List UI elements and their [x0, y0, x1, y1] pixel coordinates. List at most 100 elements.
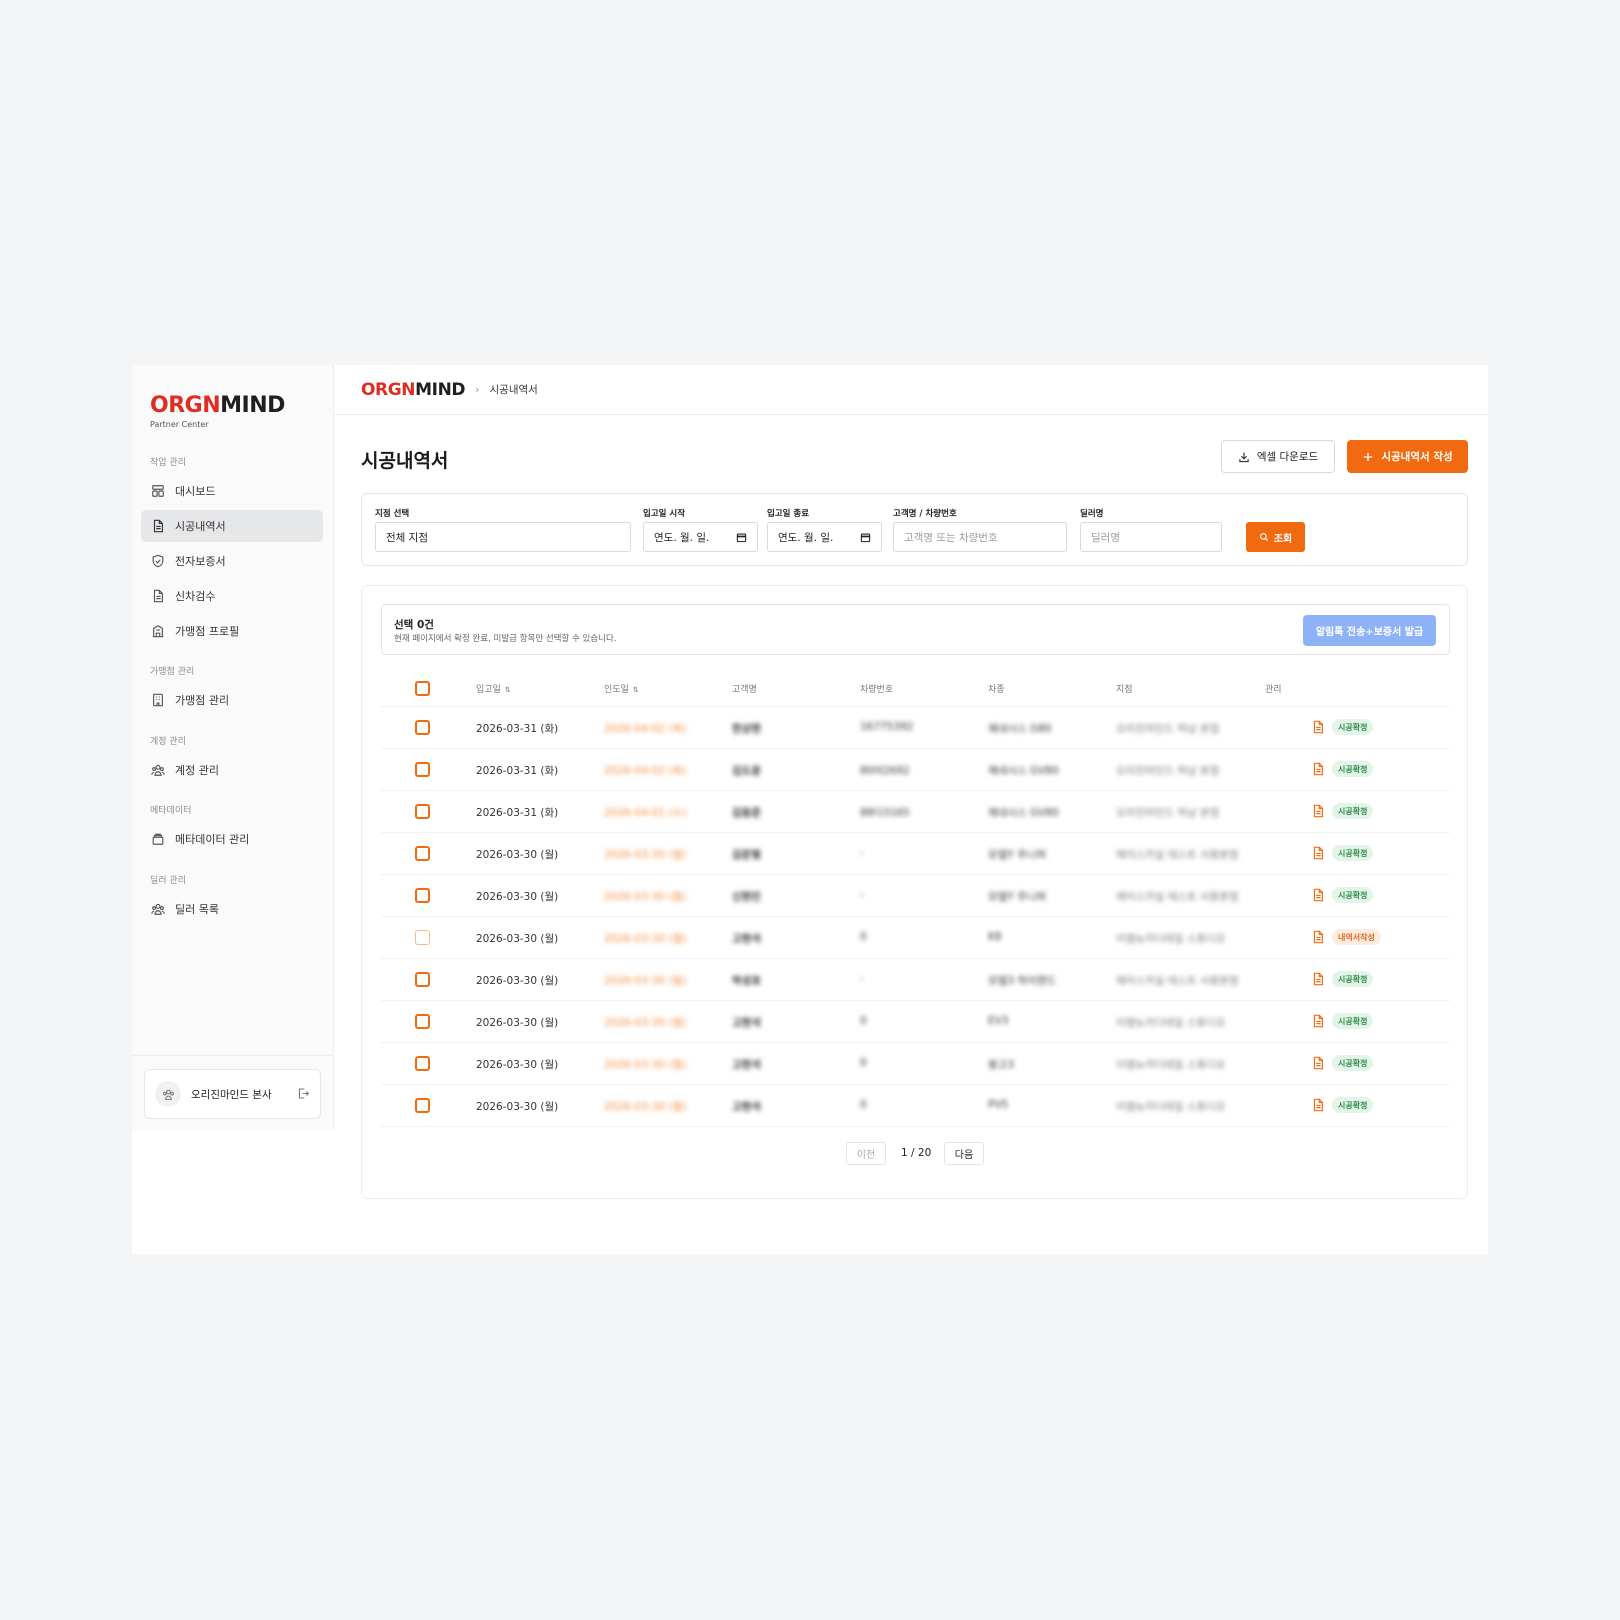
- sidebar-logo[interactable]: ORGNMIND Partner Center: [150, 393, 285, 429]
- sidebar-item-dashboard[interactable]: 대시보드: [141, 475, 323, 507]
- calendar-icon[interactable]: [860, 532, 871, 543]
- document-icon[interactable]: [1311, 930, 1325, 944]
- row-checkbox[interactable]: [415, 804, 430, 819]
- cell-car-no: 88다3165: [860, 807, 910, 819]
- row-checkbox[interactable]: [415, 1098, 430, 1113]
- user-account-box[interactable]: 오리진마인드 본사: [144, 1069, 321, 1119]
- sidebar-item-label: 시공내역서: [175, 520, 226, 533]
- search-icon: [1259, 533, 1268, 542]
- logo-part-orgn: ORGN: [361, 379, 416, 400]
- sidebar-item-e-warranty[interactable]: 전자보증서: [141, 545, 323, 577]
- table-row[interactable]: 2026-03-31 (화) 2026-04-02 (목) 김도윤 80머2692 제네…: [381, 749, 1450, 791]
- cell-car-model: 봉고3: [988, 1059, 1015, 1071]
- cell-date-out: 2026-04-02 (목): [604, 765, 687, 777]
- cell-date-out: 2026-03-30 (월): [604, 975, 687, 987]
- sidebar-divider: [132, 1055, 334, 1056]
- cell-customer: 김도윤: [732, 765, 761, 777]
- row-checkbox[interactable]: [415, 762, 430, 777]
- branch-select[interactable]: 전체 지점: [375, 522, 631, 552]
- main-content: ORGNMIND › 시공내역서 시공내역서 엑셀 다운로드 시공내역서 작성 …: [334, 365, 1488, 1254]
- table-row[interactable]: 2026-03-30 (월) 2026-03-30 (월) 신현민 - 모델Y 주니퍼 에…: [381, 875, 1450, 917]
- sidebar-item-new-car-inspection[interactable]: 신차검수: [141, 580, 323, 612]
- customer-search-input[interactable]: 고객명 또는 차량번호: [893, 522, 1067, 552]
- cell-branch: 에이스카실 테스트 사용본점: [1116, 891, 1239, 903]
- row-checkbox[interactable]: [415, 930, 430, 945]
- cell-car-model: 모델Y 주니퍼: [988, 849, 1047, 861]
- end-date-input[interactable]: 연도. 월. 일.: [767, 522, 882, 552]
- start-date-label: 입고일 시작: [643, 509, 686, 519]
- document-icon[interactable]: [1311, 1098, 1325, 1112]
- prev-page-button[interactable]: 이전: [846, 1142, 886, 1165]
- table-row[interactable]: 2026-03-31 (화) 2026-04-02 (목) 한상현 16775392 제…: [381, 707, 1450, 749]
- row-checkbox[interactable]: [415, 1014, 430, 1029]
- table-row[interactable]: 2026-03-31 (화) 2026-04-01 (수) 김동준 88다3165 제네…: [381, 791, 1450, 833]
- cell-customer: 박성호: [732, 975, 761, 987]
- document-icon[interactable]: [1311, 762, 1325, 776]
- cell-date-in: 2026-03-30 (월): [476, 891, 559, 903]
- dealer-search-input[interactable]: 딜러명: [1080, 522, 1222, 552]
- header-date-in[interactable]: 입고일 ⇅: [476, 682, 511, 695]
- table-row[interactable]: 2026-03-30 (월) 2026-03-30 (월) 고현석 0 PV5 이엠뉴카디…: [381, 1085, 1450, 1127]
- row-checkbox[interactable]: [415, 972, 430, 987]
- document-icon[interactable]: [1311, 804, 1325, 818]
- top-logo[interactable]: ORGNMIND: [361, 379, 466, 400]
- cell-customer: 고현석: [732, 933, 761, 945]
- app-frame: ORGNMIND Partner Center 작업 관리 대시보드 시공내역서…: [132, 365, 1488, 1254]
- table-row[interactable]: 2026-03-30 (월) 2026-03-30 (월) 고현석 0 EV3 이엠뉴카디…: [381, 1001, 1450, 1043]
- sidebar-item-store-profile[interactable]: 가맹점 프로필: [141, 615, 323, 647]
- create-report-button[interactable]: 시공내역서 작성: [1347, 440, 1468, 473]
- branch-select-value: 전체 지점: [386, 531, 428, 544]
- calendar-icon[interactable]: [736, 532, 747, 543]
- document-icon[interactable]: [1311, 720, 1325, 734]
- next-page-button[interactable]: 다음: [944, 1142, 984, 1165]
- sidebar-item-store-management[interactable]: 가맹점 관리: [141, 684, 323, 716]
- sidebar-item-label: 딜러 목록: [175, 903, 219, 916]
- sidebar-item-construction-report[interactable]: 시공내역서: [141, 510, 323, 542]
- cell-car-model: 모델Y 주니퍼: [988, 891, 1047, 903]
- send-and-issue-button[interactable]: 알림톡 전송+보증서 발급: [1303, 615, 1436, 646]
- sidebar-item-dealer-list[interactable]: 딜러 목록: [141, 893, 323, 925]
- header-date-out[interactable]: 인도일 ⇅: [604, 682, 639, 695]
- filter-panel: 지점 선택 전체 지점 입고일 시작 연도. 월. 일. 입고일 종료 연도. …: [361, 493, 1468, 566]
- select-all-checkbox[interactable]: [415, 681, 430, 696]
- row-checkbox[interactable]: [415, 720, 430, 735]
- document-icon[interactable]: [1311, 1056, 1325, 1070]
- cell-date-out: 2026-03-30 (월): [604, 1059, 687, 1071]
- row-checkbox[interactable]: [415, 1056, 430, 1071]
- logout-button[interactable]: [297, 1085, 310, 1104]
- excel-download-button[interactable]: 엑셀 다운로드: [1221, 440, 1335, 473]
- table-row[interactable]: 2026-03-30 (월) 2026-03-30 (월) 고현석 0 K8 이엠뉴카디테…: [381, 917, 1450, 959]
- search-button[interactable]: 조회: [1246, 522, 1305, 552]
- document-icon[interactable]: [1311, 1014, 1325, 1028]
- end-date-label: 입고일 종료: [767, 509, 810, 519]
- document-icon[interactable]: [1311, 846, 1325, 860]
- document-icon[interactable]: [1311, 888, 1325, 902]
- row-checkbox[interactable]: [415, 888, 430, 903]
- section-title-dealer: 딜러 관리: [150, 876, 186, 886]
- table-row[interactable]: 2026-03-30 (월) 2026-03-30 (월) 고현석 0 봉고3 이엠뉴카디…: [381, 1043, 1450, 1085]
- start-date-input[interactable]: 연도. 월. 일.: [643, 522, 758, 552]
- dashboard-icon: [152, 485, 164, 497]
- cell-date-out: 2026-03-30 (월): [604, 1017, 687, 1029]
- cell-date-out: 2026-03-30 (월): [604, 933, 687, 945]
- cell-date-out: 2026-04-02 (목): [604, 723, 687, 735]
- start-date-value: 연도. 월. 일.: [654, 531, 710, 544]
- customer-placeholder: 고객명 또는 차량번호: [904, 531, 998, 544]
- cell-date-in: 2026-03-30 (월): [476, 933, 559, 945]
- status-badge: 시공확정: [1332, 1055, 1374, 1071]
- status-badge: 시공확정: [1332, 845, 1374, 861]
- selection-bar: 선택 0건 현재 페이지에서 확정 완료, 미발급 항목만 선택할 수 있습니다…: [381, 604, 1450, 655]
- dealer-placeholder: 딜러명: [1091, 531, 1120, 544]
- sidebar-item-metadata-management[interactable]: 메타데이터 관리: [141, 823, 323, 855]
- create-report-label: 시공내역서 작성: [1381, 451, 1453, 463]
- logo-subtitle: Partner Center: [150, 420, 209, 429]
- table-row[interactable]: 2026-03-30 (월) 2026-03-30 (월) 김문형 - 모델Y 주니퍼 에…: [381, 833, 1450, 875]
- document-icon[interactable]: [1311, 972, 1325, 986]
- excel-download-label: 엑셀 다운로드: [1256, 451, 1319, 463]
- cell-car-no: 80머2692: [860, 765, 910, 777]
- table-row[interactable]: 2026-03-30 (월) 2026-03-30 (월) 박성호 - 모델3 하이랜드…: [381, 959, 1450, 1001]
- sidebar-item-label: 대시보드: [175, 485, 216, 498]
- row-checkbox[interactable]: [415, 846, 430, 861]
- sidebar-item-label: 가맹점 관리: [175, 694, 230, 707]
- sidebar-item-account-management[interactable]: 계정 관리: [141, 754, 323, 786]
